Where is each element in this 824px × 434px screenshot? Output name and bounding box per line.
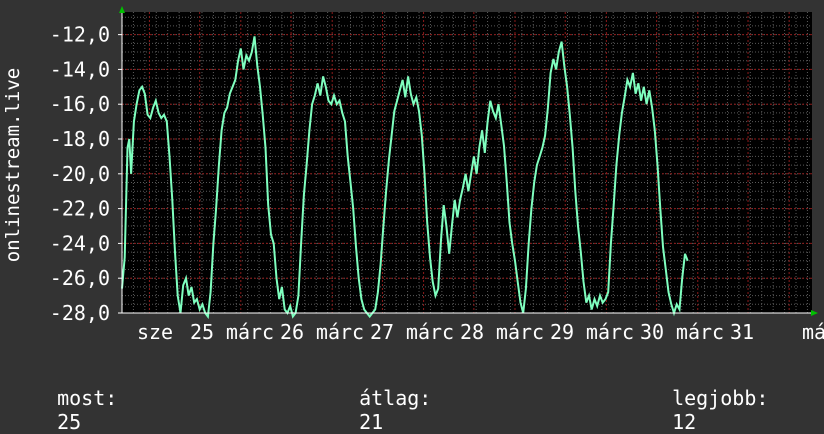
stat-best: legjobb: 12 xyxy=(648,362,768,434)
stat-current-value: 25 xyxy=(57,410,82,434)
y-tick-label: -12,0 xyxy=(50,23,110,47)
x-tick-label: má xyxy=(802,320,824,344)
x-tick-label: márc xyxy=(226,320,274,344)
x-tick-label: márc xyxy=(316,320,364,344)
temperature-line-chart: -28,0 -26,0 -24,0 -22,0 -20,0 -18,0 -16,0 -14,0… xyxy=(2,6,824,344)
x-tick-label: márc xyxy=(586,320,634,344)
y-tick-label: -24,0 xyxy=(50,231,110,255)
stat-best-value: 12 xyxy=(672,410,697,434)
x-tick-label: 25 xyxy=(190,320,214,344)
x-axis-ticks: sze 25 márc 26 márc 27 márc 28 márc 29 márc 30 márc 3… xyxy=(137,320,824,344)
x-tick-label: 30 xyxy=(640,320,664,344)
stat-current-label: most: xyxy=(57,386,118,410)
x-tick-label: 26 xyxy=(280,320,304,344)
stat-average: átlag: 21 xyxy=(335,362,431,434)
y-axis-arrow-icon xyxy=(119,6,125,13)
y-tick-label: -22,0 xyxy=(50,197,110,221)
y-tick-label: -16,0 xyxy=(50,92,110,116)
stat-average-label: átlag: xyxy=(359,386,432,410)
x-tick-label: 28 xyxy=(460,320,484,344)
stat-current: most: 25 xyxy=(33,362,117,434)
x-axis-arrow-icon xyxy=(811,310,818,316)
y-tick-label: -20,0 xyxy=(50,162,110,186)
plot-area xyxy=(122,12,812,313)
x-tick-label: márc xyxy=(676,320,724,344)
y-tick-label: -26,0 xyxy=(50,266,110,290)
x-tick-label: 29 xyxy=(550,320,574,344)
y-tick-label: -18,0 xyxy=(50,127,110,151)
stat-average-value: 21 xyxy=(359,410,384,434)
y-tick-label: -14,0 xyxy=(50,57,110,81)
x-tick-label: sze xyxy=(137,320,173,344)
y-axis-ticks: -28,0 -26,0 -24,0 -22,0 -20,0 -18,0 -16,0 -14,0… xyxy=(50,23,122,325)
y-tick-label: -28,0 xyxy=(50,301,110,325)
x-tick-label: 27 xyxy=(370,320,394,344)
x-tick-label: márc xyxy=(406,320,454,344)
y-axis-label: onlinestream.live xyxy=(2,68,24,262)
stat-best-label: legjobb: xyxy=(672,386,769,410)
x-tick-label: 31 xyxy=(730,320,754,344)
x-tick-label: márc xyxy=(496,320,544,344)
